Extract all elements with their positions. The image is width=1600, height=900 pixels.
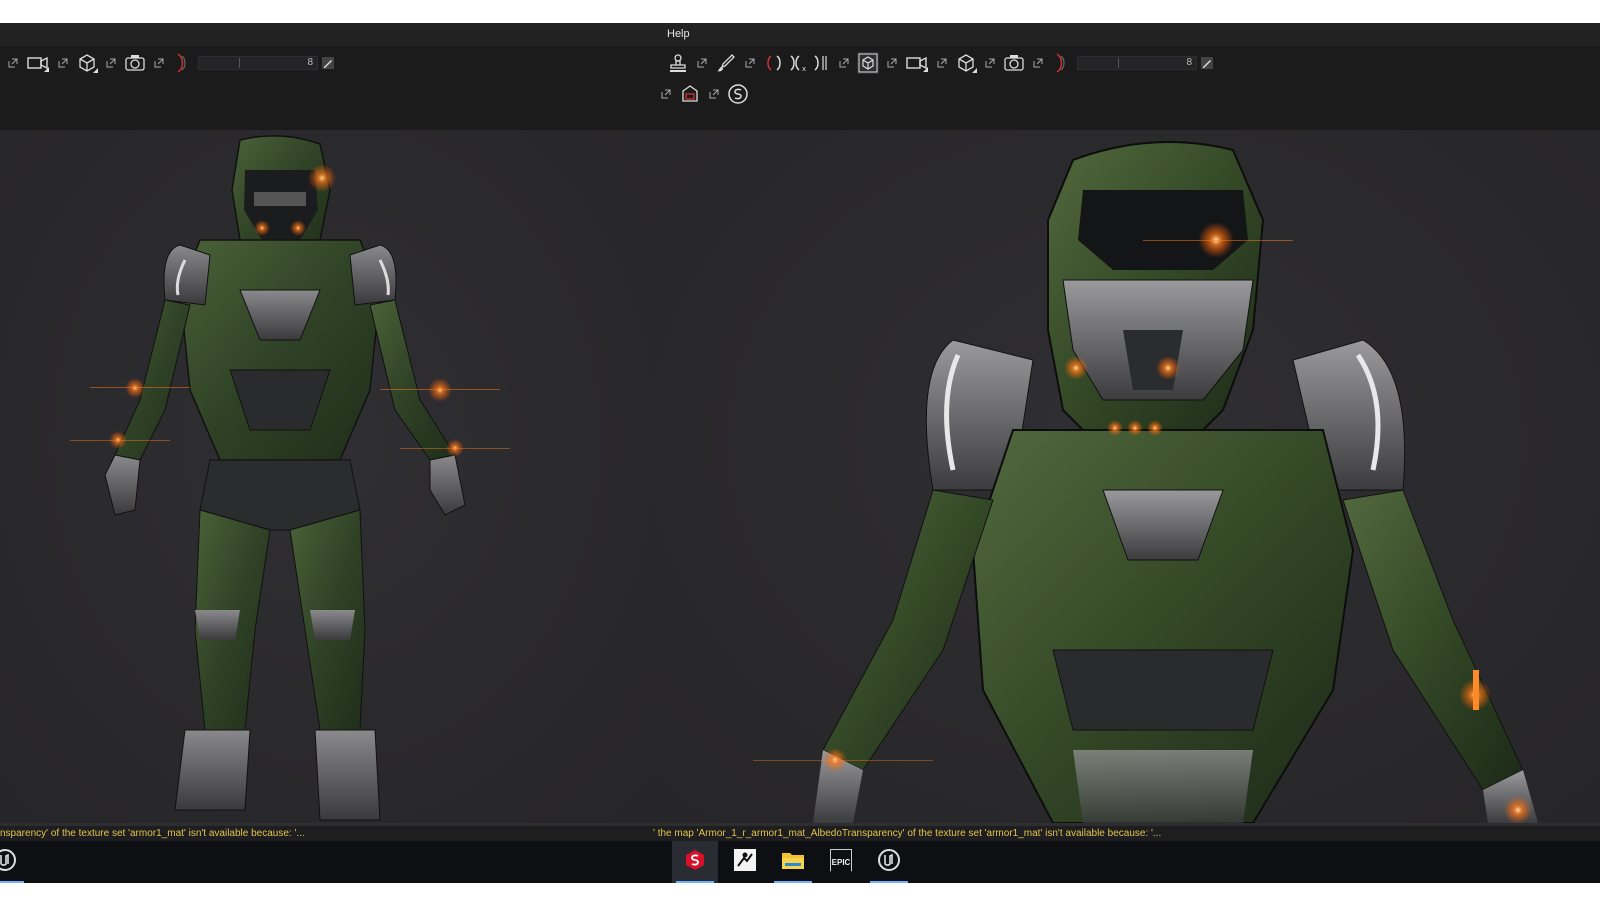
- cube-icon[interactable]: [76, 52, 98, 74]
- armor-character-closeup: [753, 141, 1538, 823]
- slider-tick: [239, 58, 240, 68]
- substance-share-icon[interactable]: [727, 83, 749, 105]
- popout-icon[interactable]: [101, 58, 121, 68]
- taskbar-unreal-engine-button[interactable]: [866, 841, 912, 883]
- left-exposure-slider[interactable]: 8: [198, 56, 318, 70]
- symmetry-icon[interactable]: [763, 52, 785, 74]
- taskbar-epic-games-button[interactable]: EPIC: [818, 841, 864, 883]
- taskbar-substance-painter-button[interactable]: [672, 841, 718, 883]
- slider-value: 8: [1186, 57, 1192, 68]
- taskbar-zbrush-button[interactable]: [722, 841, 768, 883]
- cube-select-icon[interactable]: [857, 52, 879, 74]
- unreal-engine-icon: [877, 848, 901, 877]
- taskbar-file-explorer-button[interactable]: [770, 841, 816, 883]
- file-explorer-icon: [781, 849, 805, 876]
- popout-icon[interactable]: [704, 89, 724, 99]
- bottom-white-strip: [0, 883, 1600, 900]
- popout-icon[interactable]: [834, 58, 854, 68]
- right-status-bar: ' the map 'Armor_1_r_armor1_mat_AlbedoTr…: [653, 823, 1600, 841]
- popout-icon[interactable]: [692, 58, 712, 68]
- right-viewer-window: Help x 8 ' the map 'Armor_1_r_armor1_mat…: [653, 23, 1600, 841]
- exposure-icon[interactable]: [1051, 52, 1071, 74]
- right-menubar: Help: [653, 23, 1600, 46]
- popout-icon[interactable]: [3, 58, 23, 68]
- right-toolbar: x 8: [653, 46, 1600, 130]
- screenshot-camera-icon[interactable]: [124, 52, 146, 74]
- popout-icon[interactable]: [740, 58, 760, 68]
- warning-message: ' the map 'Armor_1_r_armor1_mat_AlbedoTr…: [653, 828, 1162, 839]
- warning-message: nsparency' of the texture set 'armor1_ma…: [0, 828, 305, 839]
- popout-icon[interactable]: [53, 58, 73, 68]
- slider-tick: [1118, 58, 1119, 68]
- camera-view-icon[interactable]: [26, 52, 50, 74]
- brush-icon[interactable]: [715, 52, 737, 74]
- popout-icon[interactable]: [656, 89, 676, 99]
- top-white-strip: [0, 0, 1600, 23]
- popout-icon[interactable]: [980, 58, 1000, 68]
- mirror-icon[interactable]: [809, 52, 831, 74]
- right-toolbar-row-1: x 8: [667, 48, 1217, 78]
- epic-label: EPIC: [831, 857, 851, 867]
- bake-icon[interactable]: [679, 83, 701, 105]
- zbrush-icon: [733, 848, 757, 877]
- left-menubar: [0, 23, 653, 46]
- left-status-bar: nsparency' of the texture set 'armor1_ma…: [0, 823, 653, 841]
- taskbar-unreal-engine-button[interactable]: [0, 841, 28, 883]
- popout-icon[interactable]: [882, 58, 902, 68]
- popout-icon[interactable]: [1028, 58, 1048, 68]
- symmetry-x-icon[interactable]: x: [785, 52, 809, 74]
- substance-painter-icon: [683, 848, 707, 877]
- exposure-icon[interactable]: [172, 52, 192, 74]
- right-exposure-slider[interactable]: 8: [1077, 56, 1197, 70]
- popout-icon[interactable]: [932, 58, 952, 68]
- cube-icon[interactable]: [955, 52, 977, 74]
- left-viewer-window: 8 nsparency' of the texture set 'armor1_…: [0, 23, 653, 841]
- screenshot-camera-icon[interactable]: [1003, 52, 1025, 74]
- windows-taskbar: EPIC: [0, 841, 1600, 900]
- camera-view-icon[interactable]: [905, 52, 929, 74]
- stamp-icon[interactable]: [667, 52, 689, 74]
- right-3d-viewport[interactable]: [653, 130, 1600, 823]
- svg-text:x: x: [802, 65, 806, 73]
- epic-games-icon: EPIC: [830, 849, 852, 875]
- unreal-engine-icon: [0, 848, 17, 877]
- armor-character-full-body: [70, 135, 510, 821]
- right-toolbar-row-2: [653, 79, 749, 109]
- pencil-icon[interactable]: [318, 52, 338, 74]
- popout-icon[interactable]: [149, 58, 169, 68]
- help-menu[interactable]: Help: [667, 28, 690, 40]
- left-toolbar-row: 8: [0, 48, 338, 78]
- slider-value: 8: [307, 57, 313, 68]
- left-3d-viewport[interactable]: [0, 130, 653, 823]
- pencil-icon[interactable]: [1197, 52, 1217, 74]
- left-toolbar: 8: [0, 46, 653, 130]
